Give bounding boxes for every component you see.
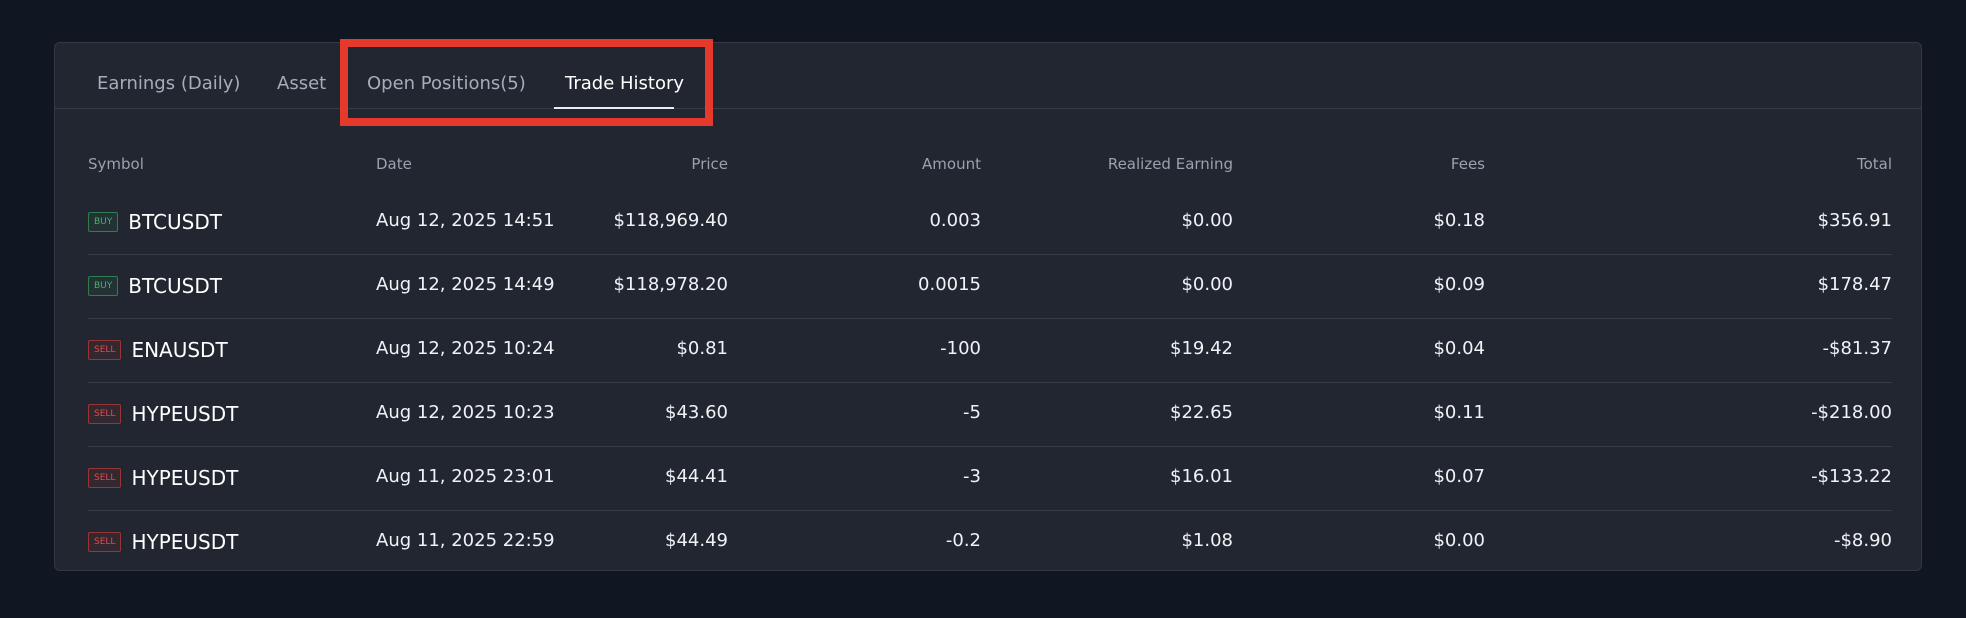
symbol-cell: SELL HYPEUSDT xyxy=(88,401,238,427)
price-cell: $118,969.40 xyxy=(613,210,728,231)
trade-panel: Earnings (Daily) Asset Open Positions(5)… xyxy=(54,42,1922,571)
fees-cell: $0.04 xyxy=(1433,338,1485,359)
total-cell: -$8.90 xyxy=(1833,530,1892,551)
tab-trade-history[interactable]: Trade History xyxy=(565,73,684,95)
column-header-total: Total xyxy=(1856,155,1892,173)
side-badge: SELL xyxy=(88,404,122,424)
tab-open-positions[interactable]: Open Positions(5) xyxy=(367,73,526,95)
side-badge: SELL xyxy=(88,468,122,488)
side-badge: BUY xyxy=(88,212,119,232)
amount-cell: -100 xyxy=(940,338,981,359)
date-cell: Aug 12, 2025 10:24 xyxy=(376,338,555,359)
total-cell: -$218.00 xyxy=(1811,402,1892,423)
fees-cell: $0.00 xyxy=(1433,530,1485,551)
amount-cell: -0.2 xyxy=(945,530,981,551)
total-cell: -$133.22 xyxy=(1811,466,1892,487)
side-badge: BUY xyxy=(88,276,119,296)
column-header-date: Date xyxy=(376,155,412,173)
symbol-cell: SELL HYPEUSDT xyxy=(88,529,238,555)
price-cell: $44.49 xyxy=(665,530,728,551)
amount-cell: 0.003 xyxy=(929,210,981,231)
symbol-cell: SELL HYPEUSDT xyxy=(88,465,238,491)
table-row[interactable]: BUY BTCUSDT Aug 12, 2025 14:51 $118,969.… xyxy=(88,191,1892,255)
table-row[interactable]: SELL HYPEUSDT Aug 11, 2025 23:01 $44.41 … xyxy=(88,447,1892,511)
price-cell: $0.81 xyxy=(676,338,728,359)
realized-earning-cell: $22.65 xyxy=(1170,402,1233,423)
table-row[interactable]: SELL HYPEUSDT Aug 11, 2025 22:59 $44.49 … xyxy=(88,511,1892,570)
total-cell: $356.91 xyxy=(1817,210,1892,231)
date-cell: Aug 12, 2025 14:49 xyxy=(376,274,555,295)
fees-cell: $0.18 xyxy=(1433,210,1485,231)
symbol-text: BTCUSDT xyxy=(128,210,222,234)
symbol-cell: SELL ENAUSDT xyxy=(88,337,228,363)
column-header-fees: Fees xyxy=(1450,155,1485,173)
column-header-symbol: Symbol xyxy=(88,155,144,173)
realized-earning-cell: $0.00 xyxy=(1181,210,1233,231)
total-cell: $178.47 xyxy=(1817,274,1892,295)
tab-bar: Earnings (Daily) Asset Open Positions(5)… xyxy=(55,43,1921,109)
symbol-cell: BUY BTCUSDT xyxy=(88,209,222,235)
tab-earnings-daily[interactable]: Earnings (Daily) xyxy=(97,73,240,95)
symbol-cell: BUY BTCUSDT xyxy=(88,273,222,299)
realized-earning-cell: $19.42 xyxy=(1170,338,1233,359)
side-badge: SELL xyxy=(88,532,122,552)
tab-asset[interactable]: Asset xyxy=(277,73,326,95)
date-cell: Aug 12, 2025 14:51 xyxy=(376,210,555,231)
symbol-text: HYPEUSDT xyxy=(131,402,239,426)
amount-cell: 0.0015 xyxy=(918,274,981,295)
amount-cell: -5 xyxy=(963,402,981,423)
date-cell: Aug 11, 2025 22:59 xyxy=(376,530,555,551)
total-cell: -$81.37 xyxy=(1822,338,1892,359)
table-row[interactable]: BUY BTCUSDT Aug 12, 2025 14:49 $118,978.… xyxy=(88,255,1892,319)
fees-cell: $0.07 xyxy=(1433,466,1485,487)
realized-earning-cell: $0.00 xyxy=(1181,274,1233,295)
column-header-realized-earning: Realized Earning xyxy=(1107,155,1233,173)
fees-cell: $0.09 xyxy=(1433,274,1485,295)
date-cell: Aug 11, 2025 23:01 xyxy=(376,466,555,487)
trade-history-table: Symbol Date Price Amount Realized Earnin… xyxy=(88,109,1892,570)
column-header-amount: Amount xyxy=(922,155,981,173)
table-row[interactable]: SELL HYPEUSDT Aug 12, 2025 10:23 $43.60 … xyxy=(88,383,1892,447)
side-badge: SELL xyxy=(88,340,122,360)
fees-cell: $0.11 xyxy=(1433,402,1485,423)
price-cell: $44.41 xyxy=(665,466,728,487)
price-cell: $43.60 xyxy=(665,402,728,423)
table-row[interactable]: SELL ENAUSDT Aug 12, 2025 10:24 $0.81 -1… xyxy=(88,319,1892,383)
symbol-text: HYPEUSDT xyxy=(131,466,239,490)
column-header-price: Price xyxy=(691,155,728,173)
symbol-text: HYPEUSDT xyxy=(131,530,239,554)
realized-earning-cell: $1.08 xyxy=(1181,530,1233,551)
amount-cell: -3 xyxy=(963,466,981,487)
symbol-text: BTCUSDT xyxy=(128,274,222,298)
realized-earning-cell: $16.01 xyxy=(1170,466,1233,487)
symbol-text: ENAUSDT xyxy=(131,338,228,362)
date-cell: Aug 12, 2025 10:23 xyxy=(376,402,555,423)
price-cell: $118,978.20 xyxy=(613,274,728,295)
